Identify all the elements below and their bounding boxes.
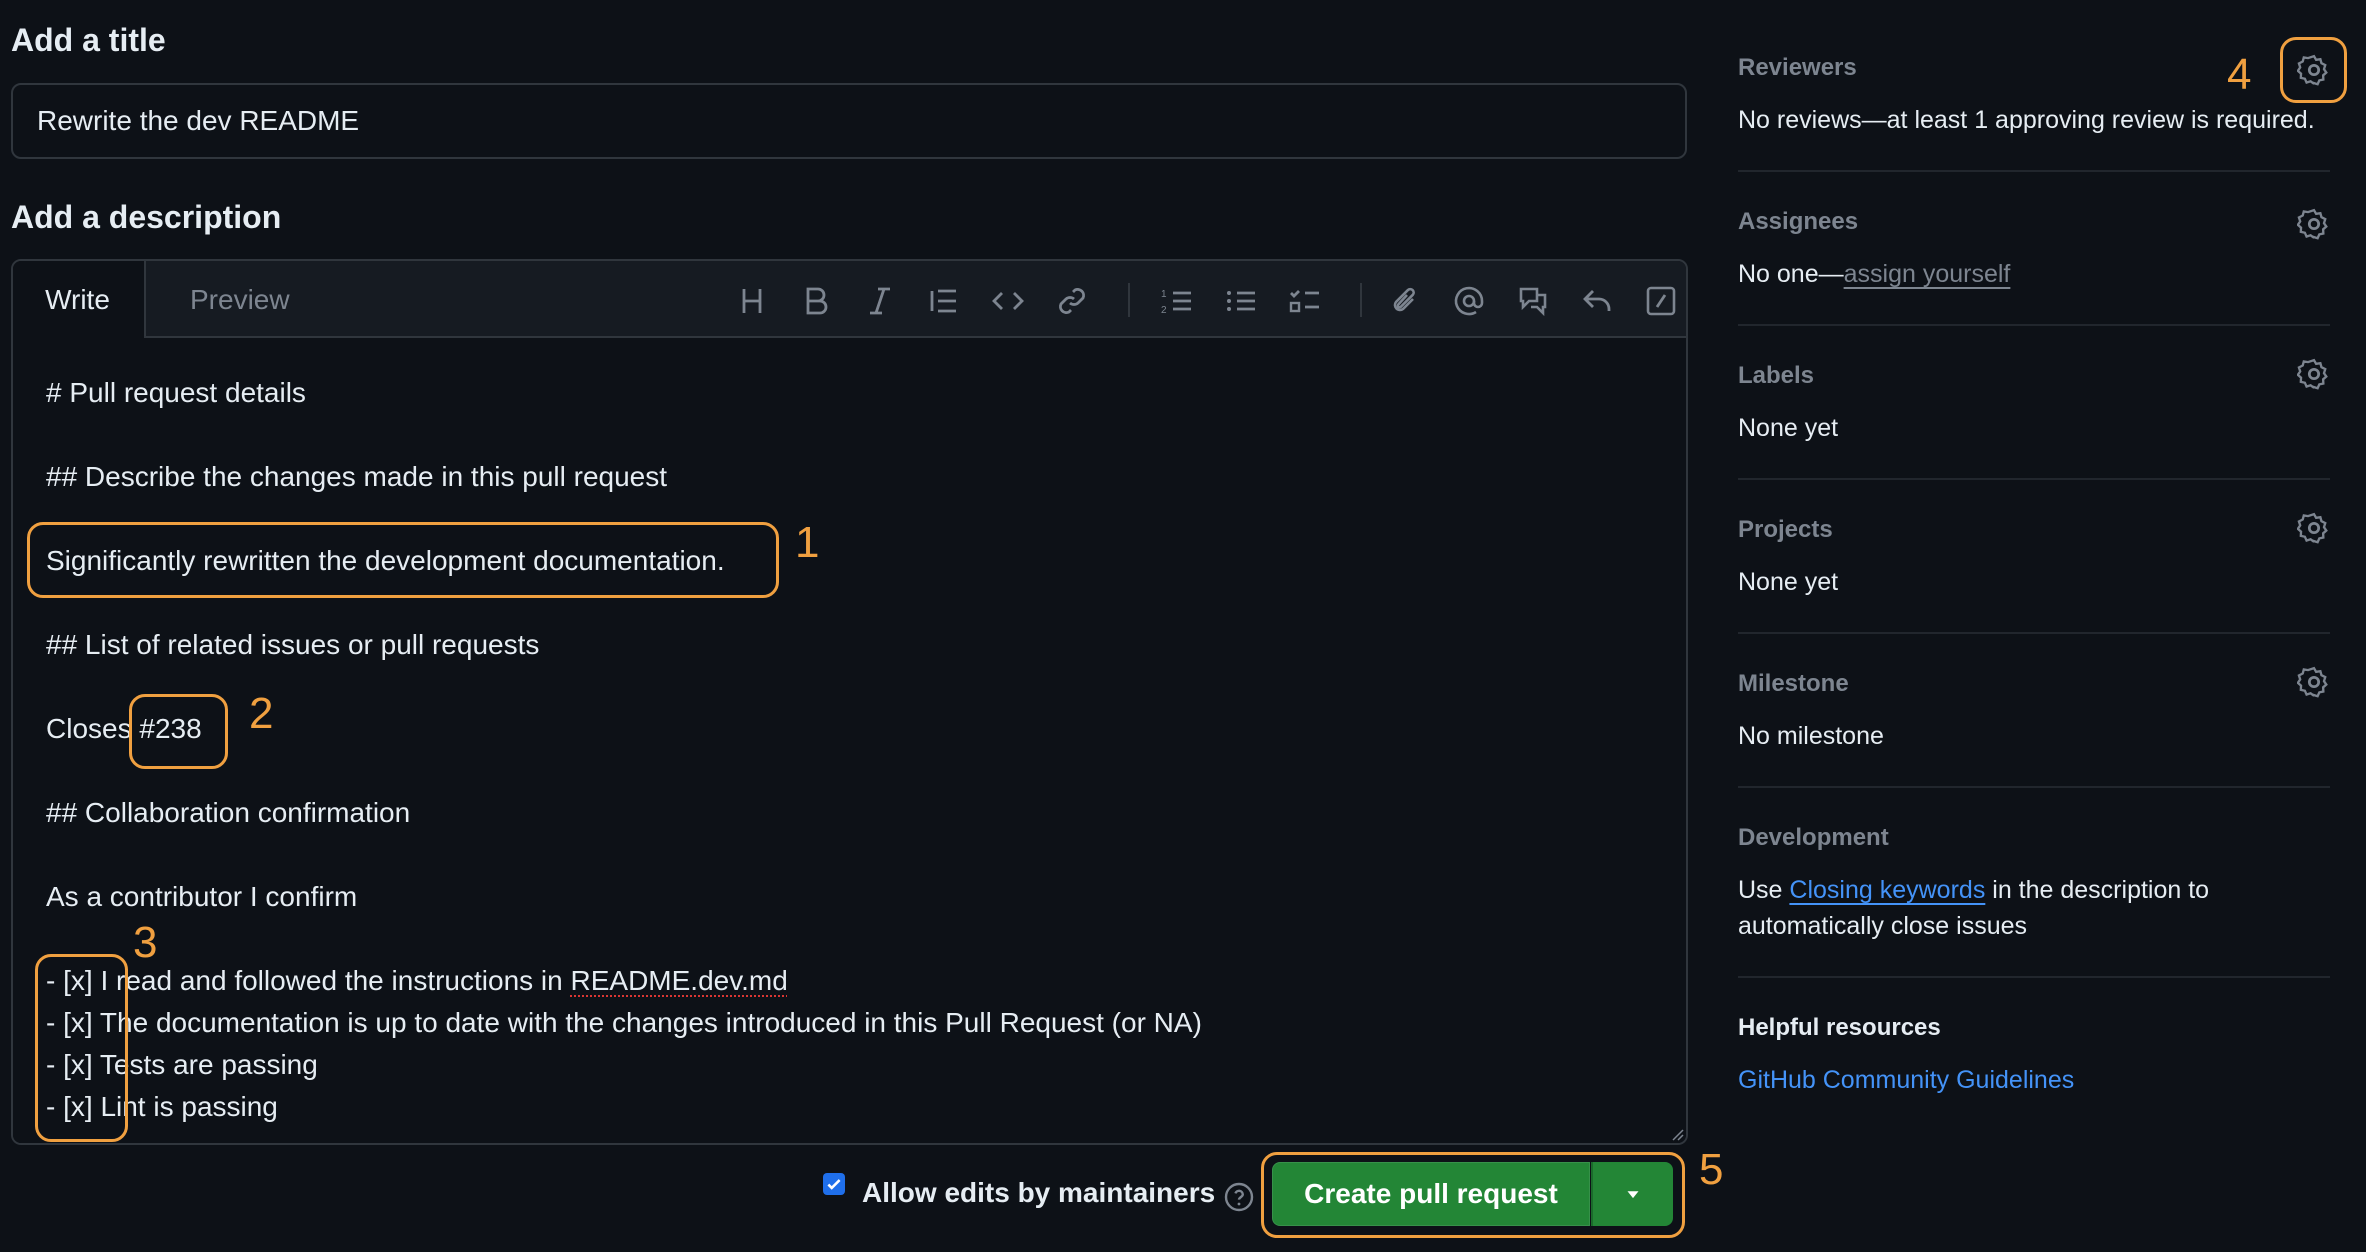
milestone-section: Milestone No milestone — [1738, 670, 2330, 750]
link-icon[interactable] — [1052, 281, 1092, 321]
assignees-label: Assignees — [1738, 208, 1859, 235]
question-icon[interactable] — [1223, 1181, 1255, 1213]
reply-icon[interactable] — [1577, 281, 1617, 321]
projects-section: Projects None yet — [1738, 516, 2330, 596]
svg-text:1: 1 — [1161, 289, 1167, 300]
toolbar-divider — [1360, 283, 1362, 317]
closing-keywords-link[interactable]: Closing keywords — [1789, 876, 1985, 904]
sidebar-divider — [1738, 324, 2330, 326]
italic-icon[interactable] — [860, 281, 900, 321]
annotation-number-3: 3 — [133, 918, 158, 967]
editor-toolbar: Write Preview 12 — [13, 261, 1686, 340]
annotation-number-2: 2 — [249, 689, 274, 738]
svg-text:2: 2 — [1161, 305, 1167, 316]
text-line: Closes #238 — [46, 713, 202, 745]
milestone-gear-icon[interactable] — [2296, 665, 2331, 699]
development-text-prefix: Use — [1738, 876, 1790, 904]
sidebar-divider — [1738, 478, 2330, 480]
reviewers-value: No reviews—at least 1 approving review i… — [1738, 106, 2315, 134]
assignees-value: No one—assign yourself — [1738, 260, 2010, 289]
text-line: - [x] Lint is passing — [46, 1091, 278, 1122]
markdown-textarea[interactable]: # Pull request details ## Describe the c… — [13, 338, 1686, 1143]
development-text: Use Closing keywords in the description … — [1738, 876, 2209, 905]
community-guidelines-link[interactable]: GitHub Community Guidelines — [1738, 1066, 2074, 1095]
reviewers-label: Reviewers — [1738, 54, 1857, 81]
text-line: ## Collaboration confirmation — [46, 797, 411, 828]
annotation-number-1: 1 — [795, 518, 820, 567]
reviewers-section: Reviewers No reviews—at least 1 approvin… — [1738, 54, 2330, 134]
create-pull-request-button[interactable]: Create pull request — [1272, 1162, 1590, 1226]
labels-value: None yet — [1738, 414, 1839, 442]
projects-label: Projects — [1738, 516, 1833, 543]
text-line: - [x] Tests are passing — [46, 1049, 318, 1080]
quote-icon[interactable] — [924, 281, 964, 321]
ordered-list-icon[interactable]: 12 — [1157, 281, 1197, 321]
checkmark-icon — [827, 1179, 841, 1190]
readme-dev-link: README.dev.md — [570, 965, 788, 996]
code-icon[interactable] — [988, 281, 1028, 321]
milestone-label: Milestone — [1738, 670, 1849, 697]
projects-gear-icon[interactable] — [2296, 511, 2331, 545]
sidebar-divider — [1738, 632, 2330, 634]
title-input[interactable]: Rewrite the dev README — [11, 83, 1687, 159]
labels-section: Labels None yet — [1738, 362, 2330, 442]
text-line: As a contributor I confirm — [46, 881, 358, 912]
allow-edits-checkbox[interactable] — [823, 1173, 845, 1195]
slash-command-icon[interactable] — [1641, 281, 1681, 321]
toolbar-divider — [1128, 283, 1130, 317]
create-options-dropdown[interactable] — [1591, 1162, 1673, 1226]
allow-edits-label[interactable]: Allow edits by maintainers — [862, 1177, 1215, 1209]
development-text-line2: automatically close issues — [1738, 912, 2028, 940]
text-line: ## Describe the changes made in this pul… — [46, 461, 668, 492]
sidebar-divider — [1738, 786, 2330, 788]
helpful-resources-section: Helpful resources GitHub Community Guide… — [1738, 1014, 2330, 1094]
reviewers-gear-icon[interactable] — [2296, 53, 2331, 87]
heading-icon[interactable] — [732, 281, 772, 321]
text-line: - [x] The documentation is up to date wi… — [46, 1007, 1202, 1038]
projects-value: None yet — [1738, 568, 1839, 596]
task-list-icon[interactable] — [1285, 281, 1325, 321]
checklist-text: - [x] I read and followed the instructio… — [46, 965, 571, 996]
sidebar-divider — [1738, 170, 2330, 172]
triangle-down-icon — [1627, 1191, 1639, 1199]
text-line: ## List of related issues or pull reques… — [46, 629, 540, 660]
text-line: # Pull request details — [46, 377, 306, 408]
sidebar-divider — [1738, 976, 2330, 978]
development-section: Development Use Closing keywords in the … — [1738, 824, 2330, 940]
milestone-value: No milestone — [1738, 722, 1884, 750]
mention-icon[interactable] — [1449, 281, 1489, 321]
annotation-number-5: 5 — [1699, 1145, 1724, 1194]
assignees-section: Assignees No one—assign yourself — [1738, 208, 2330, 288]
tab-write[interactable]: Write — [13, 261, 146, 340]
labels-label: Labels — [1738, 362, 1815, 389]
text-line: - [x] I read and followed the instructio… — [46, 965, 788, 997]
resize-handle-icon[interactable] — [1670, 1127, 1684, 1141]
title-heading: Add a title — [11, 22, 166, 58]
reference-icon[interactable] — [1513, 281, 1553, 321]
assignees-gear-icon[interactable] — [2296, 207, 2331, 241]
assign-yourself-link[interactable]: assign yourself — [1844, 260, 2011, 288]
attach-icon[interactable] — [1385, 281, 1425, 321]
text-closes: Closes — [46, 713, 140, 744]
helpful-resources-label: Helpful resources — [1738, 1014, 1941, 1041]
labels-gear-icon[interactable] — [2296, 357, 2331, 391]
development-label: Development — [1738, 824, 1889, 851]
unordered-list-icon[interactable] — [1221, 281, 1261, 321]
bold-icon[interactable] — [796, 281, 836, 321]
description-heading: Add a description — [11, 199, 282, 235]
issue-reference: #238 — [139, 713, 202, 744]
text-line: Significantly rewritten the development … — [46, 545, 725, 576]
tab-preview[interactable]: Preview — [158, 261, 322, 338]
assignees-none: No one— — [1738, 260, 1844, 288]
development-text-suffix: in the description to — [1985, 876, 2210, 904]
